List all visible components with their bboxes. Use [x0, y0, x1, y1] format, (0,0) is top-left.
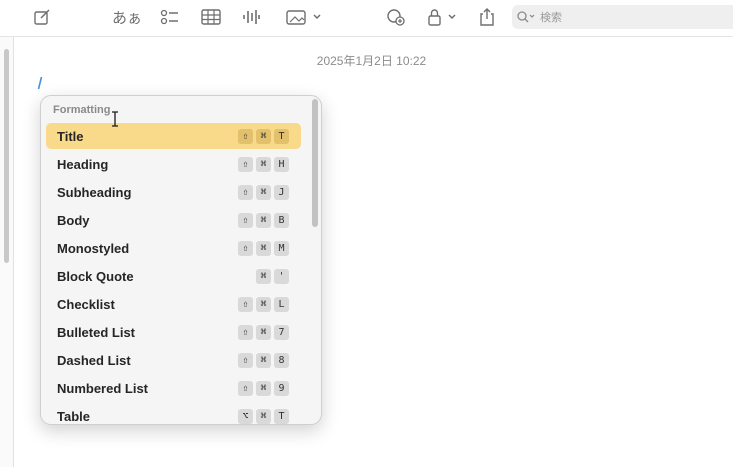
shortcut-key: ⌘	[256, 184, 271, 200]
checklist-icon[interactable]	[158, 5, 182, 29]
media-icon[interactable]	[284, 5, 324, 29]
shortcut-keys: ⇧ ⌘ 7	[238, 324, 289, 340]
compose-icon[interactable]	[30, 5, 54, 29]
menu-item-subheading[interactable]: Subheading ⇧ ⌘ J	[46, 179, 301, 205]
shortcut-key: 9	[274, 380, 289, 396]
shortcut-key: L	[274, 296, 289, 312]
shortcut-keys: ⌥ ⌘ T	[238, 408, 289, 424]
shortcut-keys: ⇧ ⌘ T	[238, 128, 289, 144]
shortcut-keys: ⇧ ⌘ 8	[238, 352, 289, 368]
shortcut-keys: ⇧ ⌘ M	[238, 240, 289, 256]
search-field[interactable]: 検索	[512, 5, 733, 29]
shortcut-key: ⌥	[238, 408, 253, 424]
shortcut-key: ⇧	[238, 296, 253, 312]
shortcut-key: J	[274, 184, 289, 200]
shortcut-key: T	[274, 408, 289, 424]
menu-item-label: Dashed List	[57, 352, 131, 368]
search-icon	[516, 10, 536, 24]
text-style-button[interactable]: あぁ	[112, 5, 142, 29]
ibeam-cursor	[110, 111, 120, 127]
shortcut-key: ⇧	[238, 212, 253, 228]
shortcut-key: ⇧	[238, 324, 253, 340]
menu-item-heading[interactable]: Heading ⇧ ⌘ H	[46, 151, 301, 177]
shortcut-key: 8	[274, 352, 289, 368]
shortcut-key: ⌘	[256, 212, 271, 228]
text-caret	[37, 76, 43, 90]
menu-item-checklist[interactable]: Checklist ⇧ ⌘ L	[46, 291, 301, 317]
menu-scrollbar[interactable]	[312, 99, 318, 227]
note-list-edge	[0, 37, 14, 467]
shortcut-key: ⌘	[256, 296, 271, 312]
shortcut-key: ⌘	[256, 352, 271, 368]
shortcut-key: ⇧	[238, 240, 253, 256]
shortcut-keys: ⇧ ⌘ B	[238, 212, 289, 228]
table-icon[interactable]	[199, 5, 223, 29]
menu-item-label: Heading	[57, 156, 109, 172]
menu-item-dashed-list[interactable]: Dashed List ⇧ ⌘ 8	[46, 347, 301, 373]
shortcut-keys: ⇧ ⌘ L	[238, 296, 289, 312]
toolbar: あぁ 検索	[0, 0, 733, 37]
menu-item-label: Table	[57, 408, 90, 424]
menu-item-bulleted-list[interactable]: Bulleted List ⇧ ⌘ 7	[46, 319, 301, 345]
shortcut-key: ⌘	[256, 324, 271, 340]
lock-icon[interactable]	[426, 5, 460, 29]
menu-item-label: Title	[57, 128, 84, 144]
shortcut-key: '	[274, 268, 289, 284]
menu-item-numbered-list[interactable]: Numbered List ⇧ ⌘ 9	[46, 375, 301, 401]
shortcut-key: ⇧	[238, 184, 253, 200]
shortcut-key: ⌘	[256, 268, 271, 284]
menu-item-title[interactable]: Title ⇧ ⌘ T	[46, 123, 301, 149]
menu-item-label: Monostyled	[57, 240, 130, 256]
shortcut-keys: ⇧ ⌘ H	[238, 156, 289, 172]
menu-item-label: Numbered List	[57, 380, 149, 396]
share-icon[interactable]	[476, 5, 498, 29]
menu-item-monostyled[interactable]: Monostyled ⇧ ⌘ M	[46, 235, 301, 261]
shortcut-key: B	[274, 212, 289, 228]
menu-item-table[interactable]: Table ⌥ ⌘ T	[46, 403, 301, 424]
note-date: 2025年1月2日 10:22	[316, 54, 427, 68]
shortcut-key: ⇧	[238, 128, 253, 144]
shortcut-key: ⇧	[238, 156, 253, 172]
menu-item-block-quote[interactable]: Block Quote ⌘ '	[46, 263, 301, 289]
shortcut-key: ⌘	[256, 380, 271, 396]
audio-icon[interactable]	[240, 5, 262, 29]
shortcut-key: ⇧	[238, 352, 253, 368]
menu-item-label: Subheading	[57, 184, 132, 200]
formatting-menu: Formatting Title ⇧ ⌘ T Heading ⇧ ⌘ H Subheading ⇧…	[40, 95, 322, 425]
menu-header: Formatting	[53, 104, 111, 116]
shortcut-key: H	[274, 156, 289, 172]
shortcut-key: M	[274, 240, 289, 256]
shortcut-key: 7	[274, 324, 289, 340]
shortcut-key: ⌘	[256, 156, 271, 172]
menu-item-label: Block Quote	[57, 268, 134, 284]
shortcut-key: ⌘	[256, 128, 271, 144]
shortcut-key: ⇧	[238, 380, 253, 396]
shortcut-keys: ⌘ '	[256, 268, 289, 284]
menu-item-body[interactable]: Body ⇧ ⌘ B	[46, 207, 301, 233]
menu-item-label: Checklist	[57, 296, 115, 312]
menu-item-label: Bulleted List	[57, 324, 136, 340]
shortcut-keys: ⇧ ⌘ 9	[238, 380, 289, 396]
scrollbar-thumb[interactable]	[4, 49, 9, 263]
search-placeholder: 検索	[540, 11, 562, 24]
shortcut-key: T	[274, 128, 289, 144]
collaborate-icon[interactable]	[384, 5, 408, 29]
shortcut-key: ⌘	[256, 408, 271, 424]
menu-item-label: Body	[57, 212, 90, 228]
shortcut-keys: ⇧ ⌘ J	[238, 184, 289, 200]
shortcut-key: ⌘	[256, 240, 271, 256]
